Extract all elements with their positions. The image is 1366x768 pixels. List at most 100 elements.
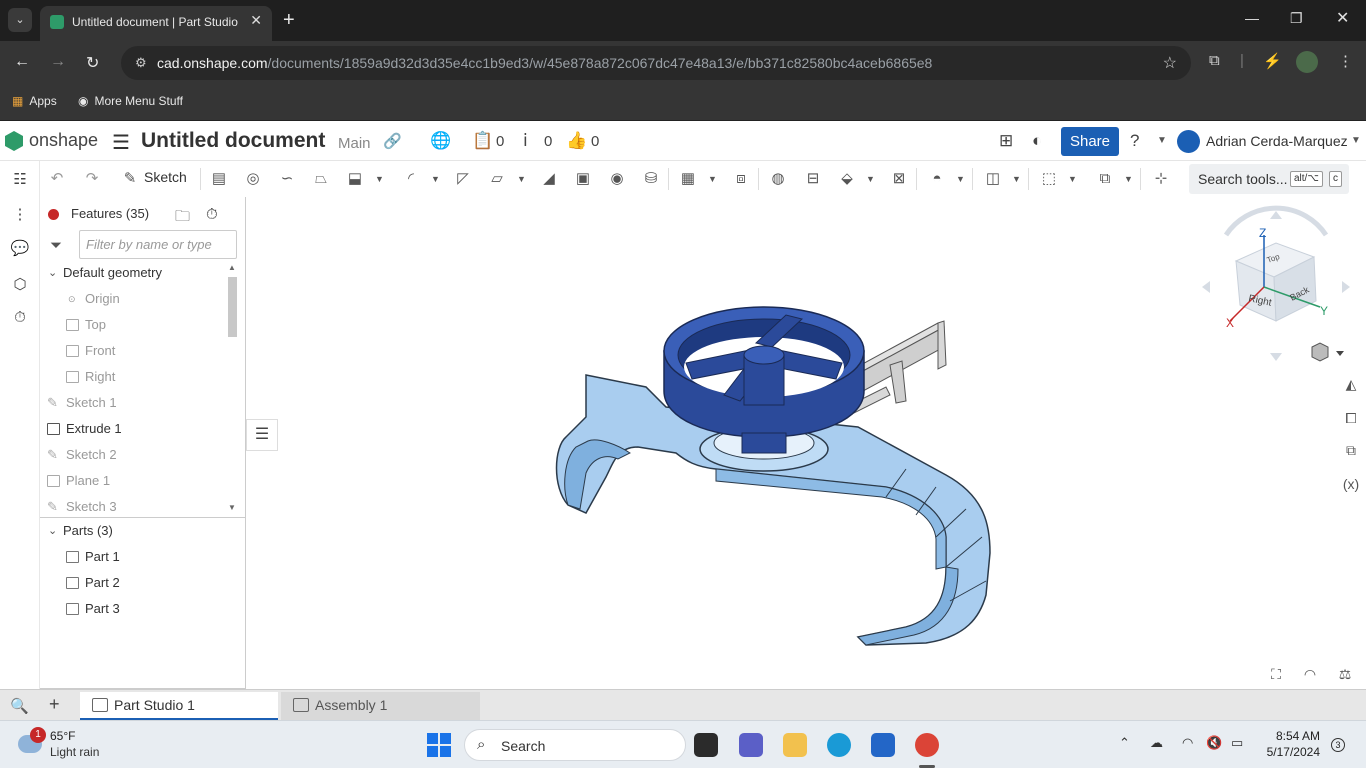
clock-time[interactable]: 8:54 AM (1262, 729, 1320, 743)
appearance-icon[interactable]: ◭ (1340, 376, 1362, 398)
pattern-icon[interactable]: ▦ (678, 169, 698, 189)
thicken-icon[interactable]: ⬓ (345, 169, 365, 189)
feature-list-icon[interactable]: ☷ (10, 170, 30, 190)
thumbs-up-icon[interactable]: 👍 (566, 131, 587, 151)
task-view-icon[interactable] (694, 733, 718, 757)
onedrive-icon[interactable]: ☁ (1150, 735, 1163, 751)
tree-item-extrude-1[interactable]: Extrude 1 (40, 416, 230, 442)
wifi-icon[interactable]: ◠ (1182, 735, 1193, 751)
windows-start-icon[interactable] (427, 733, 451, 757)
chevron-down-icon[interactable]: ▼ (1157, 135, 1167, 146)
rollback-timer-icon[interactable]: ⏱ (206, 206, 218, 223)
scroll-down-icon[interactable]: ▼ (228, 503, 236, 512)
shell-icon[interactable]: ▣ (573, 169, 593, 189)
onshape-logo-icon[interactable] (5, 131, 23, 151)
link-icon[interactable]: 🔗 (383, 132, 402, 150)
chevron-down-icon[interactable]: ⌄ (48, 260, 57, 286)
frame-icon[interactable]: ⧉ (1095, 169, 1115, 189)
revolve-icon[interactable]: ◎ (243, 169, 263, 189)
chevron-down-icon[interactable]: ▼ (1012, 174, 1021, 184)
chevron-down-icon[interactable]: ▼ (517, 174, 526, 184)
branch-label[interactable]: Main (338, 135, 371, 152)
arrow-right-icon[interactable] (1342, 281, 1350, 293)
loft-icon[interactable]: ⏢ (311, 169, 331, 189)
chevron-down-icon[interactable]: ▼ (431, 174, 440, 184)
chamfer-icon[interactable]: ◸ (453, 169, 473, 189)
browser-tab[interactable]: Untitled document | Part Studio ✕ (40, 6, 272, 41)
battery-icon[interactable]: ▭ (1231, 735, 1243, 751)
transform-icon[interactable]: ⬙ (837, 169, 857, 189)
tree-item-front[interactable]: Front (40, 338, 230, 364)
plane-icon[interactable]: ◫ (983, 169, 1003, 189)
chevron-down-icon[interactable]: ▼ (375, 174, 384, 184)
mass-properties-icon[interactable]: ⧠ (1340, 410, 1362, 432)
edge-icon[interactable] (827, 733, 851, 757)
undo-icon[interactable]: ↶ (47, 169, 67, 189)
tree-item-plane-1[interactable]: Plane 1 (40, 468, 230, 494)
performance-icon[interactable]: ⚡ (1263, 52, 1282, 70)
add-tab-plus-icon[interactable]: + (49, 694, 60, 715)
variables-table-icon[interactable]: (x) (1340, 476, 1362, 498)
boolean-icon[interactable]: ◍ (768, 169, 788, 189)
chrome-icon[interactable] (915, 733, 939, 757)
tree-group-default-geometry[interactable]: ⌄ Default geometry (40, 260, 230, 286)
render-mode-icon[interactable]: ◠ (1299, 666, 1321, 688)
view-cube[interactable]: Z X Y Right Back Top (1202, 205, 1350, 361)
part-item[interactable]: Part 1 (40, 544, 230, 570)
taskbar-search[interactable]: ⌕ Search (464, 729, 686, 761)
model-canvas[interactable]: Z X Y Right Back Top (246, 197, 1366, 689)
part-item[interactable]: Part 3 (40, 596, 230, 622)
tree-item-origin[interactable]: ⊙ Origin (40, 286, 230, 312)
document-title[interactable]: Untitled document (141, 129, 325, 153)
delete-part-icon[interactable]: ⊠ (889, 169, 909, 189)
app-store-icon[interactable]: ⊞ (999, 131, 1013, 151)
volume-muted-icon[interactable]: 🔇 (1206, 735, 1222, 751)
chevron-down-icon[interactable]: ▼ (866, 174, 875, 184)
new-folder-icon[interactable]: 🗀 (175, 206, 190, 231)
thread-icon[interactable]: ⛁ (641, 169, 661, 189)
redo-icon[interactable]: ↷ (82, 169, 102, 189)
weather-condition[interactable]: Light rain (50, 745, 99, 759)
hamburger-menu-icon[interactable]: ☰ (112, 130, 130, 155)
comments-icon[interactable]: 💬 (10, 239, 30, 259)
profile-avatar[interactable] (1296, 51, 1318, 73)
bookmark-apps[interactable]: ▦ Apps (12, 94, 57, 108)
filter-input[interactable] (79, 230, 237, 259)
view-options-icon[interactable] (1311, 342, 1344, 362)
tree-item-sketch-2[interactable]: ✎ Sketch 2 (40, 442, 230, 468)
configurations-icon[interactable]: ⧉ (1340, 442, 1362, 464)
sheet-metal-icon[interactable]: ⬚ (1039, 169, 1059, 189)
share-button[interactable]: Share (1061, 127, 1119, 156)
arrow-up-icon[interactable] (1270, 211, 1282, 219)
tree-item-sketch-1[interactable]: ✎ Sketch 1 (40, 390, 230, 416)
split-icon[interactable]: ⊟ (803, 169, 823, 189)
extensions-icon[interactable]: ⧉ (1209, 52, 1220, 69)
file-explorer-icon[interactable] (783, 733, 807, 757)
history-icon[interactable]: ⏱ (10, 309, 30, 329)
measure-icon[interactable]: ⚖ (1334, 666, 1356, 688)
browser-menu-icon[interactable]: ⋮ (1338, 52, 1353, 70)
user-name[interactable]: Adrian Cerda-Marquez (1206, 133, 1348, 149)
info-pin-icon[interactable]: ⅰ (523, 131, 528, 151)
scroll-thumb[interactable] (228, 277, 237, 337)
chevron-down-icon[interactable]: ▼ (1351, 135, 1361, 146)
graphics-viewport[interactable]: Z X Y Right Back Top (246, 197, 1366, 689)
bookmark-star-icon[interactable]: ☆ (1163, 53, 1177, 73)
help-icon[interactable]: ? (1130, 131, 1139, 151)
site-settings-icon[interactable]: ⚙ (135, 55, 147, 71)
chevron-up-icon[interactable]: ⌃ (1119, 735, 1130, 751)
arrow-left-icon[interactable] (1202, 281, 1210, 293)
part-item[interactable]: Part 2 (40, 570, 230, 596)
filter-icon[interactable]: ⏷ (50, 237, 62, 254)
store-icon[interactable] (871, 733, 895, 757)
chevron-down-icon[interactable]: ▼ (708, 174, 717, 184)
tree-group-parts[interactable]: ⌄ Parts (3) (40, 518, 230, 544)
chevron-down-icon[interactable]: ▼ (1068, 174, 1077, 184)
tab-search-button[interactable]: ⌄ (8, 8, 32, 32)
tree-item-sketch-3[interactable]: ✎ Sketch 3 (40, 494, 230, 516)
onshape-logo-text[interactable]: onshape (29, 130, 98, 151)
teams-icon[interactable] (739, 733, 763, 757)
tree-item-top[interactable]: Top (40, 312, 230, 338)
sketch-button[interactable]: Sketch (144, 169, 187, 185)
back-arrow-icon[interactable]: ← (14, 53, 30, 71)
